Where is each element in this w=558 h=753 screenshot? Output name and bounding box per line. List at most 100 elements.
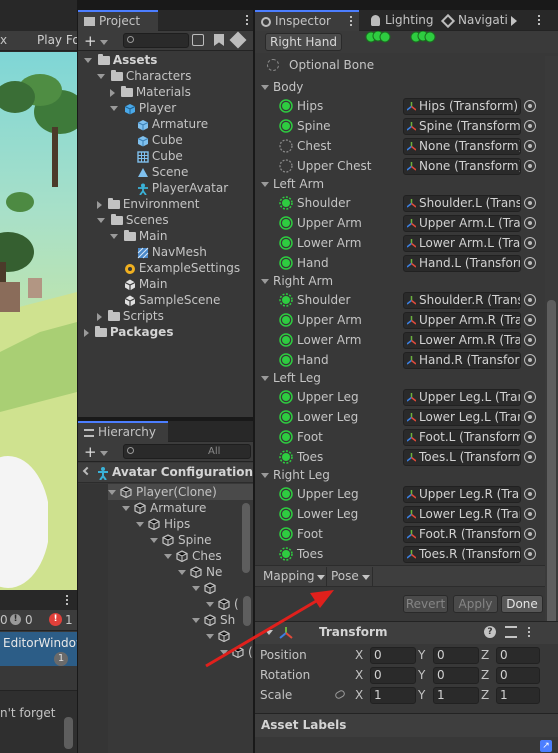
project-menu-icon[interactable] [246,15,249,26]
expand-arrow-icon[interactable] [220,650,228,655]
project-tree-item[interactable]: Materials [110,84,191,100]
hierarchy-item[interactable]: Ches [108,548,253,564]
axis-label-x[interactable]: X [355,667,363,684]
pose-dropdown[interactable]: Pose [327,567,373,586]
transform-y-field[interactable]: 0 [433,667,479,684]
expand-arrow-icon[interactable] [164,554,172,559]
bone-required-icon[interactable] [279,410,293,424]
expand-icon[interactable]: ↗ [540,740,552,752]
object-picker-icon[interactable] [524,294,536,306]
transform-y-field[interactable]: 0 [433,647,479,664]
asset-labels-bar[interactable]: Asset Labels [255,713,558,737]
object-picker-icon[interactable] [524,140,536,152]
bone-required-icon[interactable] [279,256,293,270]
revert-button[interactable]: Revert [403,595,448,613]
scene-tab-close[interactable]: x [0,33,7,47]
axis-label-y[interactable]: Y [418,667,425,684]
bone-transform-field[interactable]: Foot.L (Transform) [403,429,521,446]
bone-transform-field[interactable]: Upper Leg.L (Tran [403,389,521,406]
hierarchy-search-input[interactable]: All [123,444,251,459]
back-arrow-icon[interactable] [82,466,92,476]
section-foldout-icon[interactable] [261,85,269,90]
create-object-button[interactable]: + [84,443,97,461]
bone-required-icon[interactable] [279,236,293,250]
error-count[interactable]: 1 [65,613,73,627]
hierarchy-item[interactable]: Armature [108,500,253,516]
collapse-arrow-icon[interactable] [84,328,89,337]
axis-label-y[interactable]: Y [418,647,425,664]
project-tree-item[interactable]: Armature [123,116,208,132]
project-tree-item[interactable]: Player [110,100,176,116]
object-picker-icon[interactable] [524,508,536,520]
object-picker-icon[interactable] [524,237,536,249]
create-dropdown-icon[interactable] [100,451,108,456]
body-section-header[interactable]: Left Arm [261,174,324,194]
warning-count[interactable]: 0 [25,613,33,627]
bone-required-icon[interactable] [279,487,293,501]
add-dropdown-icon[interactable] [100,40,108,45]
bone-transform-field[interactable]: Shoulder.R (Transf [403,292,521,309]
hierarchy-item[interactable]: Sh [108,612,253,628]
bone-required-icon[interactable] [279,99,293,113]
project-tree-item[interactable]: Scenes [97,212,169,228]
collapse-arrow-icon[interactable] [110,88,115,97]
error-icon[interactable]: ! [49,613,62,626]
bone-optional-empty-icon[interactable] [279,139,293,153]
project-tree-item[interactable]: Packages [84,324,173,340]
expand-arrow-icon[interactable] [192,618,200,623]
bone-transform-field[interactable]: Hand.R (Transform [403,352,521,369]
object-picker-icon[interactable] [524,334,536,346]
mapping-dropdown[interactable]: Mapping [257,567,327,586]
expand-arrow-icon[interactable] [110,106,118,111]
hierarchy-item[interactable]: ( [108,644,253,660]
console-menu-icon[interactable] [66,595,69,606]
project-tree-item[interactable]: Assets [84,52,157,68]
apply-button[interactable]: Apply [453,595,498,613]
body-section-header[interactable]: Left Leg [261,368,321,388]
project-tree-item[interactable]: Environment [97,196,199,212]
object-picker-icon[interactable] [524,120,536,132]
hierarchy-item[interactable]: Player(Clone) [108,484,253,500]
expand-arrow-icon[interactable] [192,586,200,591]
project-tree-item[interactable]: PlayerAvatar [123,180,228,196]
body-section-header[interactable]: Right Arm [261,271,333,291]
object-picker-icon[interactable] [524,488,536,500]
log-count[interactable]: 0 [0,613,8,627]
project-tree-item[interactable]: Main [110,228,167,244]
project-tree-item[interactable]: NavMesh [123,244,207,260]
bone-transform-field[interactable]: Foot.R (Transform) [403,526,521,543]
bone-required-icon[interactable] [279,527,293,541]
hierarchy-scrollbar[interactable] [242,503,250,573]
done-button[interactable]: Done [501,595,543,613]
object-picker-icon[interactable] [524,257,536,269]
bone-transform-field[interactable]: Lower Arm.R (Tran [403,332,521,349]
transform-x-field[interactable]: 0 [370,667,416,684]
tab-hierarchy[interactable]: Hierarchy [78,421,168,442]
transform-z-field[interactable]: 1 [496,687,540,704]
object-picker-icon[interactable] [524,100,536,112]
object-picker-icon[interactable] [524,528,536,540]
object-picker-icon[interactable] [524,314,536,326]
bone-required-icon[interactable] [279,119,293,133]
body-section-header[interactable]: Right Leg [261,465,330,485]
filter-by-label-icon[interactable] [214,34,224,46]
game-view-render[interactable] [0,52,77,590]
expand-arrow-icon[interactable] [206,634,214,639]
transform-x-field[interactable]: 1 [370,687,416,704]
collapse-arrow-icon[interactable] [97,200,102,209]
constrain-proportions-icon[interactable] [333,688,347,701]
bone-optional-mapped-icon[interactable] [279,547,293,561]
hierarchy-item[interactable]: Spine [108,532,253,548]
console-scrollbar[interactable] [64,717,73,749]
bone-optional-mapped-icon[interactable] [279,450,293,464]
object-picker-icon[interactable] [524,451,536,463]
bone-transform-field[interactable]: Lower Leg.L (Tran [403,409,521,426]
axis-label-z[interactable]: Z [481,687,489,704]
hierarchy-item[interactable]: Ne [108,564,253,580]
section-foldout-icon[interactable] [261,182,269,187]
play-focused-dropdown[interactable]: Play Fo [37,33,77,47]
section-foldout-icon[interactable] [261,376,269,381]
hierarchy-item[interactable] [108,628,253,644]
expand-arrow-icon[interactable] [84,58,92,63]
hierarchy-left-scrollbar[interactable] [243,596,251,626]
